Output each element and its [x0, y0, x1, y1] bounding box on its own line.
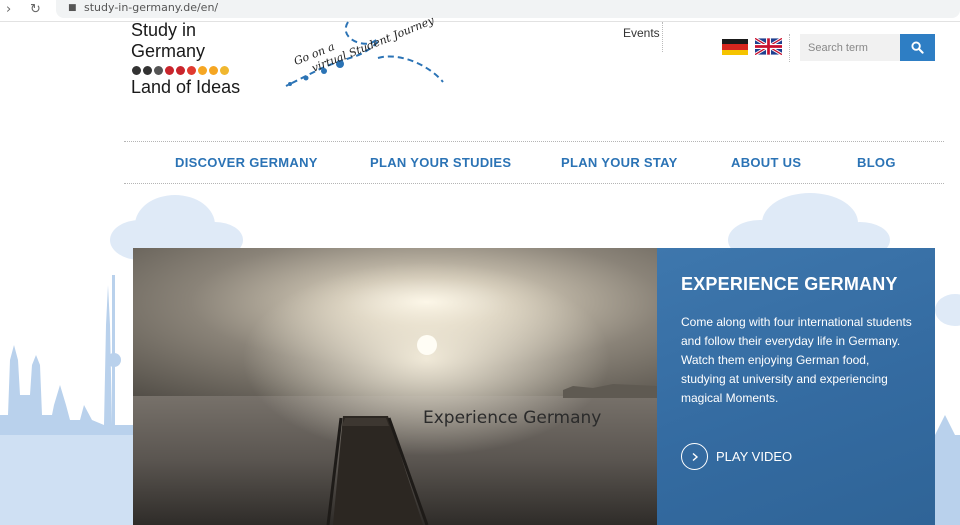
logo-line-3: Land of Ideas: [131, 77, 241, 97]
logo-dot: [220, 66, 229, 75]
chevron-right-icon: [681, 443, 708, 470]
hero-title: EXPERIENCE GERMANY: [681, 274, 898, 294]
journey-dashed-path-2: [377, 55, 444, 83]
logo-dot: [198, 66, 207, 75]
logo-dot: [176, 66, 185, 75]
back-icon[interactable]: ›: [6, 2, 11, 18]
hero-banner: Experience Germany EXPERIENCE GERMANY Co…: [133, 248, 935, 525]
address-bar[interactable]: ■ study-in-germany.de/en/: [56, 0, 960, 18]
reload-icon[interactable]: ↻: [30, 2, 41, 18]
nav-blog[interactable]: BLOG: [857, 155, 896, 170]
nav-plan-your-studies[interactable]: PLAN YOUR STUDIES: [370, 155, 511, 170]
header-divider: [789, 34, 790, 62]
search-icon: [911, 41, 924, 54]
hero-info-panel: EXPERIENCE GERMANY Come along with four …: [657, 248, 935, 525]
journey-dot: [288, 82, 292, 86]
logo-dot: [165, 66, 174, 75]
logo-dots: [132, 66, 251, 75]
events-link[interactable]: Events: [623, 26, 660, 40]
url-text[interactable]: study-in-germany.de/en/: [84, 1, 218, 14]
search-input[interactable]: [800, 34, 901, 61]
logo-line-2: Germany: [131, 41, 206, 61]
logo-dot: [154, 66, 163, 75]
header-divider: [662, 22, 663, 52]
search-button[interactable]: [900, 34, 935, 61]
nav-about-us[interactable]: ABOUT US: [731, 155, 801, 170]
logo-dot: [209, 66, 218, 75]
nav-plan-your-stay[interactable]: PLAN YOUR STAY: [561, 155, 678, 170]
lock-icon: ■: [68, 3, 77, 13]
hero-video-thumbnail[interactable]: Experience Germany: [133, 248, 657, 525]
main-navigation: DISCOVER GERMANY PLAN YOUR STUDIES PLAN …: [124, 141, 944, 184]
logo-dot: [187, 66, 196, 75]
play-video-label: PLAY VIDEO: [716, 449, 793, 464]
site-logo[interactable]: Study in Germany Land of Ideas: [131, 20, 251, 98]
nav-discover-germany[interactable]: DISCOVER GERMANY: [175, 155, 318, 170]
uk-flag-icon[interactable]: [755, 38, 782, 55]
logo-dot: [132, 66, 141, 75]
logo-dot: [143, 66, 152, 75]
play-video-button[interactable]: PLAY VIDEO: [681, 443, 792, 470]
logo-line-1: Study in: [131, 20, 197, 40]
browser-toolbar: › ↻ ■ study-in-germany.de/en/: [0, 0, 960, 22]
hero-description: Come along with four international stude…: [681, 315, 912, 405]
lake-pier-image: [133, 248, 657, 525]
german-flag-icon[interactable]: [722, 39, 748, 55]
hero-caption: Experience Germany: [423, 408, 602, 428]
